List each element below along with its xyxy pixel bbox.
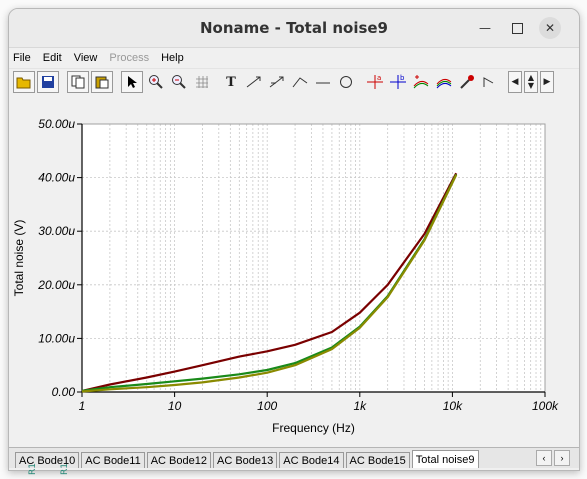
zoom-out-icon (172, 75, 186, 89)
triangle-right-icon: ▶ (543, 77, 551, 87)
cursor-a-button[interactable]: a (364, 71, 386, 93)
menu-view[interactable]: View (74, 52, 98, 64)
y-tick-label: 10.00u (38, 331, 75, 345)
y-tick-label: 0.00 (52, 385, 76, 399)
app-window: Noname - Total noise9 — ✕ File Edit View… (8, 8, 580, 471)
y-axis-label: Total noise (V) (12, 220, 26, 297)
plot-background (82, 124, 545, 392)
eyedropper-icon (460, 75, 474, 89)
grid-button[interactable] (191, 71, 213, 93)
tab-scroll-left[interactable]: ‹ (536, 450, 552, 466)
y-tick-label: 40.00u (38, 171, 75, 185)
paste-button[interactable] (91, 71, 113, 93)
arrow-tool2-button[interactable] (266, 71, 288, 93)
tab-total-noise9[interactable]: Total noise9 (411, 450, 479, 468)
cursor-a-icon: a (367, 74, 383, 89)
peak-button[interactable] (479, 71, 501, 93)
noise-chart: 0.00 10.00u 20.00u 30.00u 40.00u 50.00u 1 10 100… (12, 117, 559, 435)
maximize-icon (511, 22, 523, 34)
y-tick-label: 50.00u (38, 117, 75, 131)
peak-icon (483, 77, 494, 87)
x-axis-label: Frequency (Hz) (272, 421, 355, 435)
y-tick-label: 30.00u (38, 224, 75, 238)
plot-area[interactable]: 0.00 10.00u 20.00u 30.00u 40.00u 50.00u 1 10 100… (9, 102, 579, 445)
tab-ac-bode15[interactable]: AC Bode15 (345, 452, 410, 468)
tab-ac-bode14[interactable]: AC Bode14 (279, 452, 344, 468)
minimize-icon: — (479, 21, 491, 35)
copy-icon (71, 75, 85, 89)
curve-icon (292, 77, 308, 88)
y-tick-label: 20.00u (37, 278, 75, 292)
x-tick-label: 100k (532, 399, 559, 413)
save-button[interactable] (37, 71, 59, 93)
nav-right-button[interactable]: ▶ (540, 71, 554, 93)
x-tick-label: 10 (168, 399, 182, 413)
x-tick-label: 10k (443, 399, 463, 413)
paste-icon (95, 76, 109, 89)
menu-file[interactable]: File (13, 52, 31, 64)
x-tick-label: 1 (79, 399, 86, 413)
titlebar: Noname - Total noise9 — ✕ (9, 9, 579, 48)
minimize-button[interactable]: — (474, 17, 496, 39)
arrow-tool2-icon (269, 76, 284, 88)
toolbar: T a b ◀ ▲ ▼ ▶ (9, 68, 579, 95)
tab-bar: AC Bode10 AC Bode11 AC Bode12 AC Bode13 … (9, 447, 579, 468)
x-tick-label: 100 (257, 399, 277, 413)
zoom-in-button[interactable] (145, 71, 167, 93)
multi-curve-icon (436, 78, 452, 89)
background-label-r1: R1 (28, 463, 38, 475)
tab-ac-bode13[interactable]: AC Bode13 (212, 452, 278, 468)
close-icon: ✕ (544, 21, 556, 35)
line-icon (316, 82, 330, 84)
chevron-left-icon: ‹ (542, 453, 546, 463)
save-icon (42, 76, 54, 88)
tab-ac-bode11[interactable]: AC Bode11 (81, 452, 145, 468)
text-button[interactable]: T (220, 71, 242, 93)
svg-text:a: a (377, 74, 381, 82)
chevron-right-icon: › (560, 453, 564, 463)
eyedropper-button[interactable] (456, 71, 478, 93)
grid-icon (196, 76, 208, 88)
open-button[interactable] (13, 71, 35, 93)
curve-tool-button[interactable] (289, 71, 311, 93)
maximize-button[interactable] (506, 17, 528, 39)
folder-open-icon (16, 77, 31, 89)
background-label-r1-2: R1 (60, 463, 70, 475)
nav-updown-button[interactable]: ▲ ▼ (524, 71, 538, 93)
add-curve-icon (413, 75, 429, 89)
circle-button[interactable] (335, 71, 357, 93)
select-button[interactable] (121, 71, 143, 93)
menu-help[interactable]: Help (161, 52, 184, 64)
add-curve-button[interactable] (410, 71, 432, 93)
menu-process[interactable]: Process (109, 52, 149, 64)
nav-left-button[interactable]: ◀ (508, 71, 522, 93)
tab-scroll-right[interactable]: › (554, 450, 570, 466)
multi-curve-button[interactable] (433, 71, 455, 93)
copy-button[interactable] (67, 71, 89, 93)
zoom-out-button[interactable] (168, 71, 190, 93)
cursor-b-button[interactable]: b (387, 71, 409, 93)
x-tick-label: 1k (353, 399, 367, 413)
arrow-tool-icon (246, 76, 261, 88)
line-button[interactable] (312, 71, 334, 93)
menubar: File Edit View Process Help (9, 48, 579, 68)
close-button[interactable]: ✕ (539, 17, 561, 39)
svg-text:b: b (400, 74, 405, 82)
text-icon: T (226, 74, 236, 90)
triangle-left-icon: ◀ (511, 77, 519, 87)
zoom-in-icon (149, 75, 163, 89)
cursor-b-icon: b (390, 74, 406, 89)
arrow-tool-button[interactable] (243, 71, 265, 93)
updown-icon: ▲ ▼ (527, 73, 535, 90)
pointer-icon (128, 76, 137, 88)
tab-ac-bode12[interactable]: AC Bode12 (146, 452, 211, 468)
menu-edit[interactable]: Edit (43, 52, 62, 64)
circle-icon (340, 76, 352, 88)
